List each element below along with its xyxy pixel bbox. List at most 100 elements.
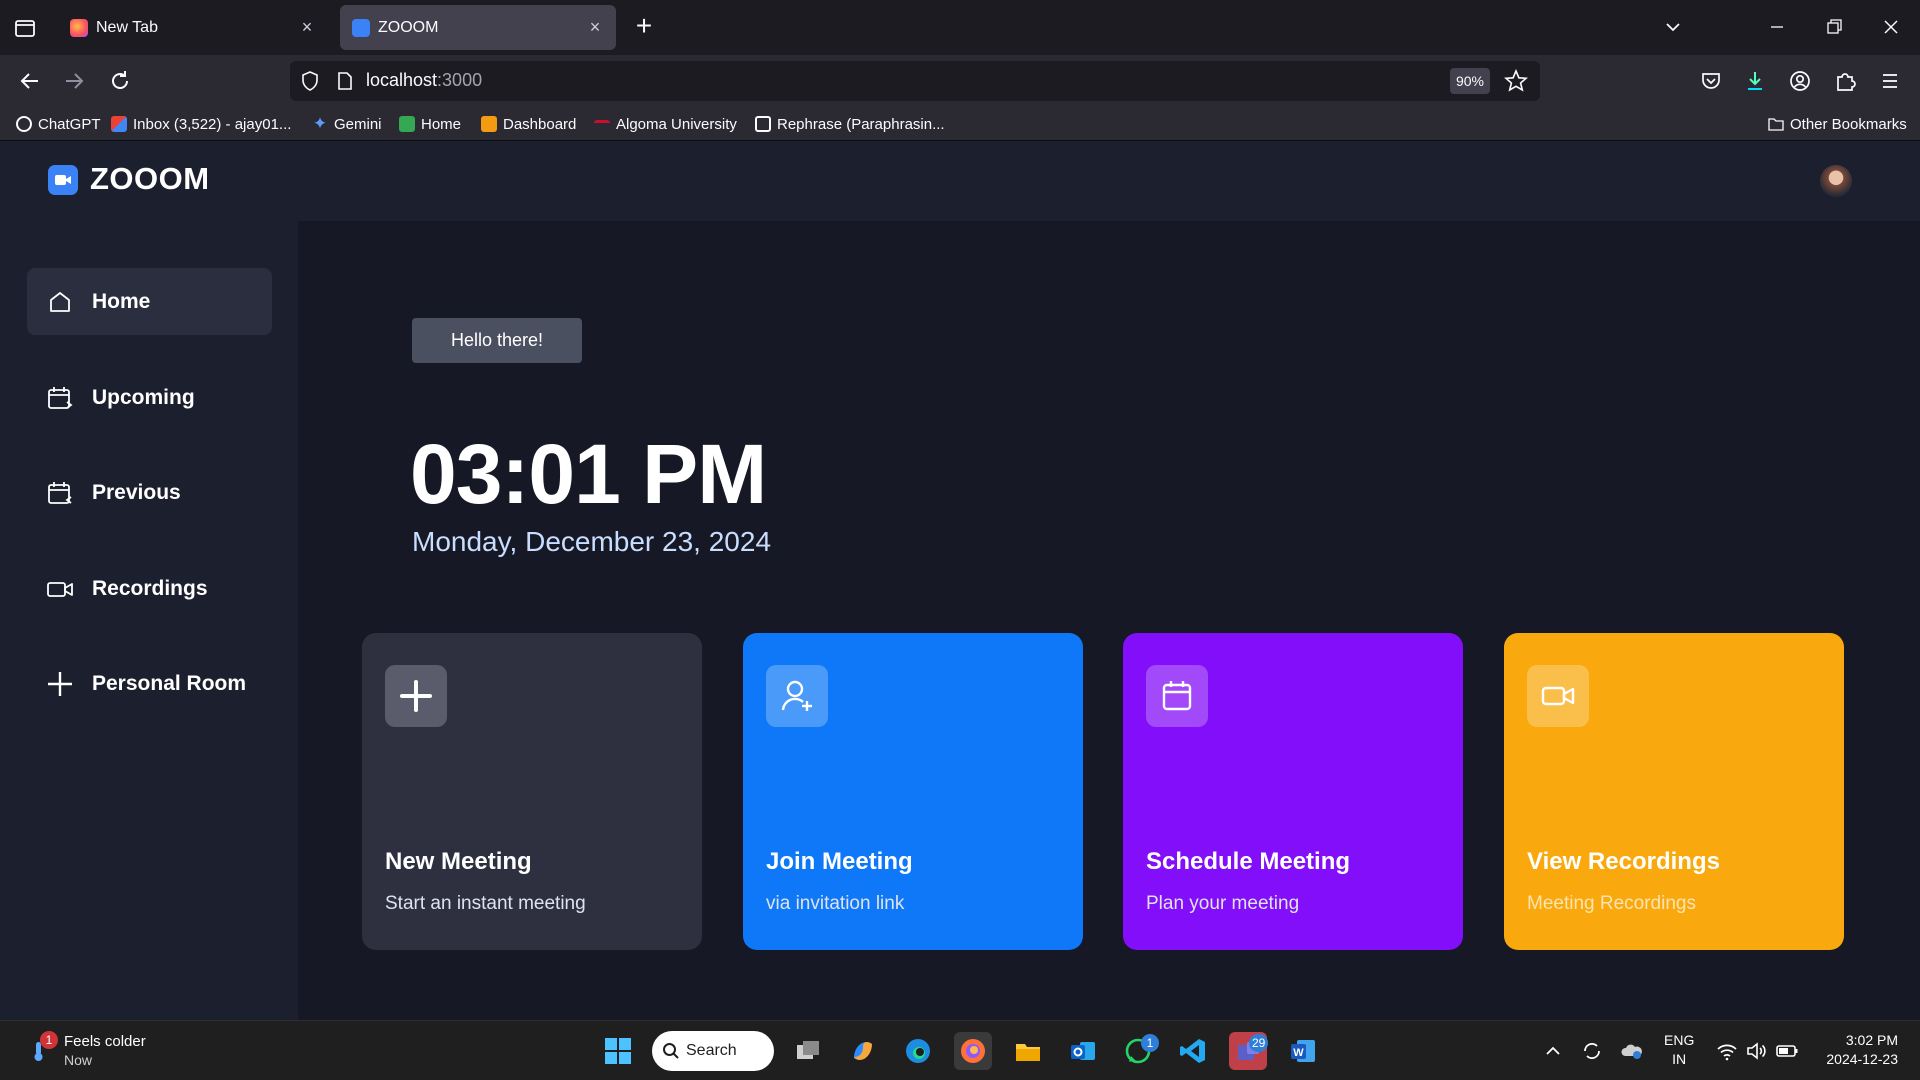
browser-nav-bar: localhost:3000 90%	[0, 55, 1920, 107]
card-title: View Recordings	[1527, 848, 1720, 875]
plus-icon	[385, 665, 447, 727]
join-meeting-card[interactable]: Join Meeting via invitation link	[743, 633, 1083, 950]
taskbar: 1 Feels colder Now Search 1 29 W ENG IN …	[0, 1020, 1920, 1080]
bookmark-rephrase[interactable]: Rephrase (Paraphrasin...	[755, 113, 945, 135]
whatsapp-badge: 1	[1141, 1034, 1159, 1052]
task-view-icon[interactable]	[789, 1032, 827, 1070]
edge-icon[interactable]	[899, 1032, 937, 1070]
sidebar-item-label: Previous	[92, 480, 181, 504]
page-icon[interactable]	[334, 70, 356, 92]
sidebar-item-home[interactable]: Home	[27, 268, 272, 335]
clock-time: 3:02 PM	[1845, 1032, 1898, 1048]
firefox-icon[interactable]	[954, 1032, 992, 1070]
menu-icon[interactable]	[1875, 66, 1905, 96]
sidebar-item-upcoming[interactable]: Upcoming	[27, 364, 272, 431]
url-text[interactable]: localhost:3000	[366, 70, 482, 91]
card-title: New Meeting	[385, 848, 532, 875]
app-header: ZOOOM	[0, 141, 1920, 221]
current-time: 03:01 PM	[410, 427, 767, 521]
teams-icon[interactable]: 29	[1229, 1032, 1269, 1070]
sidebar-item-label: Upcoming	[92, 385, 195, 409]
sync-icon[interactable]	[1580, 1039, 1604, 1063]
bookmark-label: Rephrase (Paraphrasin...	[777, 115, 945, 133]
zooom-logo-icon[interactable]	[48, 165, 78, 195]
url-bar[interactable]: localhost:3000 90%	[290, 61, 1540, 101]
bookmark-dashboard[interactable]: Dashboard	[481, 113, 576, 135]
tab-zooom[interactable]: ZOOOM ×	[340, 5, 616, 50]
weather-time: Now	[64, 1052, 93, 1068]
sidebar-item-previous[interactable]: Previous	[27, 459, 272, 526]
account-icon[interactable]	[1785, 66, 1815, 96]
language-code: ENG	[1664, 1032, 1695, 1048]
schedule-meeting-card[interactable]: Schedule Meeting Plan your meeting	[1123, 633, 1463, 950]
battery-icon[interactable]	[1775, 1039, 1799, 1063]
pocket-icon[interactable]	[1696, 66, 1726, 96]
chatgpt-icon	[16, 116, 32, 132]
file-explorer-icon[interactable]	[1009, 1032, 1047, 1070]
avatar[interactable]	[1820, 165, 1852, 197]
onedrive-icon[interactable]	[1620, 1039, 1644, 1063]
minimize-icon[interactable]	[1762, 12, 1792, 42]
reload-icon[interactable]	[104, 65, 136, 97]
language-region: IN	[1672, 1051, 1687, 1067]
volume-icon[interactable]	[1745, 1039, 1769, 1063]
tab-list-icon[interactable]	[10, 14, 40, 42]
bookmark-label: Home	[421, 115, 462, 133]
forward-icon[interactable]	[58, 65, 90, 97]
calendar-previous-icon	[45, 478, 75, 508]
system-clock[interactable]: 3:02 PM 2024-12-23	[1818, 1031, 1898, 1069]
bookmark-gemini[interactable]: ✦ Gemini	[312, 113, 382, 135]
sidebar-item-label: Personal Room	[92, 671, 247, 695]
tab-close-icon[interactable]: ×	[298, 18, 316, 36]
new-tab-button[interactable]: +	[630, 12, 658, 41]
card-subtitle: Plan your meeting	[1146, 893, 1300, 914]
app-logo-text[interactable]: ZOOOM	[90, 161, 210, 197]
downloads-icon[interactable]	[1740, 66, 1770, 96]
bookmark-label: Algoma University	[616, 115, 737, 133]
language-indicator[interactable]: ENG IN	[1664, 1031, 1694, 1069]
bookmark-gmail[interactable]: Inbox (3,522) - ajay01...	[111, 113, 291, 135]
gemini-icon: ✦	[312, 114, 328, 133]
whatsapp-icon[interactable]: 1	[1119, 1032, 1159, 1070]
card-subtitle: via invitation link	[766, 893, 905, 914]
weather-title: Feels colder	[64, 1033, 146, 1050]
sidebar-item-recordings[interactable]: Recordings	[27, 555, 272, 622]
close-window-icon[interactable]	[1876, 12, 1906, 42]
new-meeting-card[interactable]: New Meeting Start an instant meeting	[362, 633, 702, 950]
list-all-tabs-icon[interactable]	[1658, 12, 1688, 42]
card-title: Schedule Meeting	[1146, 848, 1351, 875]
start-button[interactable]	[599, 1032, 637, 1070]
view-recordings-card[interactable]: View Recordings Meeting Recordings	[1504, 633, 1844, 950]
extensions-icon[interactable]	[1830, 66, 1860, 96]
url-host: localhost	[366, 70, 438, 90]
bookmark-chatgpt[interactable]: ChatGPT	[16, 113, 101, 135]
shield-icon[interactable]	[298, 69, 322, 93]
vscode-icon[interactable]	[1174, 1032, 1212, 1070]
teams-badge: 29	[1249, 1034, 1269, 1052]
restore-icon[interactable]	[1819, 12, 1849, 42]
url-port: :3000	[437, 70, 483, 90]
bookmark-algoma[interactable]: Algoma University	[594, 113, 737, 135]
word-icon[interactable]: W	[1284, 1032, 1322, 1070]
bookmark-star-icon[interactable]	[1502, 67, 1530, 95]
bookmark-label: Dashboard	[503, 115, 577, 133]
weather-widget[interactable]: 1 Feels colder Now	[22, 1031, 222, 1071]
copilot-icon[interactable]	[844, 1032, 882, 1070]
sidebar-item-personal-room[interactable]: Personal Room	[27, 650, 272, 717]
outlook-icon[interactable]	[1064, 1032, 1102, 1070]
current-date: Monday, December 23, 2024	[412, 526, 772, 557]
bookmark-label: Gemini	[334, 115, 382, 133]
bookmark-home[interactable]: Home	[399, 113, 461, 135]
zoom-level[interactable]: 90%	[1450, 68, 1490, 94]
bookmark-label: Inbox (3,522) - ajay01...	[133, 115, 292, 133]
tab-new-tab[interactable]: New Tab ×	[58, 5, 328, 50]
bookmarks-bar: ChatGPT Inbox (3,522) - ajay01... ✦ Gemi…	[0, 107, 1920, 141]
taskbar-search[interactable]: Search	[652, 1031, 774, 1071]
chevron-up-icon[interactable]	[1541, 1039, 1565, 1063]
wifi-icon[interactable]	[1715, 1039, 1739, 1063]
plus-icon	[45, 669, 75, 699]
gmail-icon	[111, 116, 127, 132]
back-icon[interactable]	[14, 65, 46, 97]
tab-close-icon[interactable]: ×	[586, 18, 604, 36]
other-bookmarks[interactable]: Other Bookmarks	[1768, 113, 1907, 135]
